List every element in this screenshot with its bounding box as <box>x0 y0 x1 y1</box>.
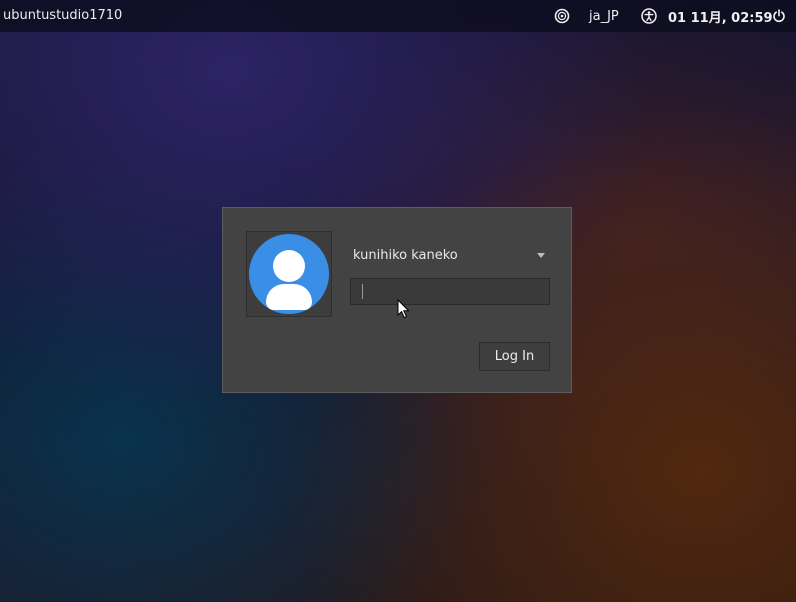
mouse-pointer-icon <box>397 299 409 319</box>
avatar-shoulders <box>266 284 312 310</box>
language-indicator[interactable]: ja_JP <box>589 6 619 26</box>
clock-label[interactable]: 01 11月, 02:59 <box>668 6 773 26</box>
avatar-head <box>273 250 305 282</box>
accessibility-icon[interactable] <box>639 6 659 26</box>
session-disc-icon[interactable] <box>552 6 572 26</box>
user-avatar-icon <box>249 234 329 314</box>
power-icon[interactable] <box>769 6 789 26</box>
avatar-frame <box>246 231 332 317</box>
top-panel: ubuntustudio1710 ja_JP 01 11月, 02:59 <box>0 0 796 32</box>
password-input[interactable] <box>350 278 550 305</box>
login-button[interactable]: Log In <box>479 342 550 371</box>
hostname-label: ubuntustudio1710 <box>3 8 123 23</box>
username-label[interactable]: kunihiko kaneko <box>353 248 458 263</box>
text-caret <box>362 284 363 299</box>
chevron-down-icon[interactable] <box>537 253 545 258</box>
